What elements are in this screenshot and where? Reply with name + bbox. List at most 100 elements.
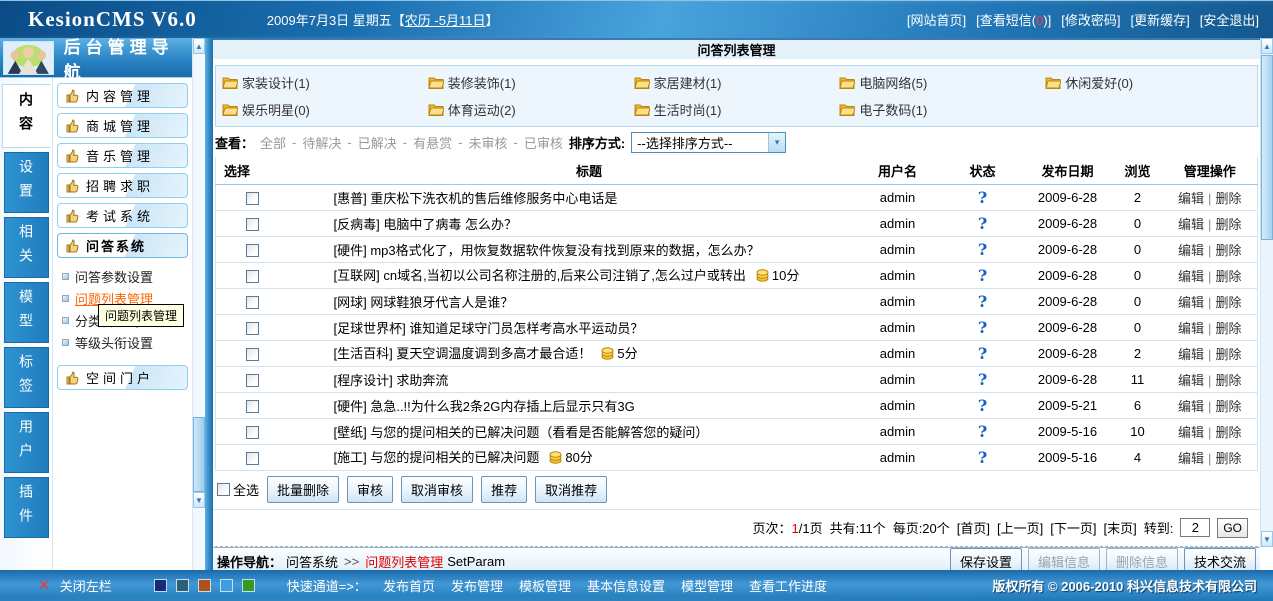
row-checkbox[interactable]	[246, 192, 259, 205]
sidebar-splitter[interactable]	[205, 38, 213, 570]
view-messages-link[interactable]: [查看短信(0)]	[976, 10, 1051, 29]
question-title-link[interactable]: [硬件] mp3格式化了，用恢复数据软件恢复没有找到原来的数据，怎么办？	[334, 243, 760, 258]
quick-link-publish-manage[interactable]: 发布管理	[451, 576, 503, 595]
color-swatch[interactable]	[154, 579, 167, 592]
batch-delete-button[interactable]: 批量删除	[267, 476, 339, 503]
edit-link[interactable]: 编辑	[1178, 399, 1204, 414]
delete-link[interactable]: 删除	[1215, 451, 1241, 466]
tab-model[interactable]: 模型	[4, 282, 49, 343]
filter-all[interactable]: 全部	[260, 133, 286, 152]
tab-plugin[interactable]: 插件	[4, 477, 49, 538]
folder-item[interactable]: 休闲爱好(0)	[1045, 73, 1251, 92]
tab-settings[interactable]: 设置	[4, 152, 49, 213]
folder-item[interactable]: 电子数码(1)	[839, 100, 1045, 119]
color-swatch[interactable]	[198, 579, 211, 592]
color-swatch[interactable]	[242, 579, 255, 592]
quick-link-template-manage[interactable]: 模板管理	[519, 576, 571, 595]
question-title-link[interactable]: [硬件] 急急..!!为什么我2条2G内存插上后显示只有3G	[334, 399, 635, 414]
question-title-link[interactable]: [壁纸] 与您的提问相关的已解决问题（看看是否能解答您的疑问）	[334, 425, 709, 440]
filter-pending[interactable]: 待解决	[302, 133, 341, 152]
page-next-link[interactable]: [下一页]	[1050, 518, 1096, 537]
color-swatch[interactable]	[220, 579, 233, 592]
row-checkbox[interactable]	[246, 426, 259, 439]
menu-item-space-portal[interactable]: 空间门户	[57, 365, 188, 390]
question-title-link[interactable]: [反病毒] 电脑中了病毒 怎么办？	[334, 217, 517, 232]
row-checkbox[interactable]	[246, 296, 259, 309]
question-title-link[interactable]: [足球世界杯] 谁知道足球守门员怎样考高水平运动员？	[334, 321, 644, 336]
scrollbar-thumb[interactable]	[193, 417, 205, 492]
page-first-link[interactable]: [首页]	[957, 518, 990, 537]
delete-link[interactable]: 删除	[1215, 399, 1241, 414]
change-password-link[interactable]: [修改密码]	[1061, 10, 1120, 29]
edit-link[interactable]: 编辑	[1178, 373, 1204, 388]
edit-link[interactable]: 编辑	[1178, 451, 1204, 466]
row-checkbox[interactable]	[246, 452, 259, 465]
breadcrumb-question-list[interactable]: 问题列表管理	[365, 552, 443, 571]
tab-related[interactable]: 相关	[4, 217, 49, 278]
tab-content[interactable]: 内容	[2, 84, 51, 148]
sort-select[interactable]: --选择排序方式--▾	[631, 132, 786, 153]
delete-link[interactable]: 删除	[1215, 295, 1241, 310]
question-title-link[interactable]: [互联网] cn域名,当初以公司名称注册的,后来公司注销了,怎么过户或转出	[334, 268, 746, 283]
delete-link[interactable]: 删除	[1215, 373, 1241, 388]
recommend-button[interactable]: 推荐	[481, 476, 527, 503]
quick-link-basic-info[interactable]: 基本信息设置	[587, 576, 665, 595]
filter-reward[interactable]: 有悬赏	[413, 133, 452, 152]
delete-link[interactable]: 删除	[1215, 217, 1241, 232]
page-prev-link[interactable]: [上一页]	[997, 518, 1043, 537]
delete-link[interactable]: 删除	[1215, 191, 1241, 206]
folder-item[interactable]: 装修装饰(1)	[428, 73, 634, 92]
breadcrumb-qa-system[interactable]: 问答系统	[286, 552, 338, 571]
folder-item[interactable]: 生活时尚(1)	[634, 100, 840, 119]
row-checkbox[interactable]	[246, 218, 259, 231]
cancel-audit-button[interactable]: 取消审核	[401, 476, 473, 503]
delete-link[interactable]: 删除	[1215, 243, 1241, 258]
page-last-link[interactable]: [末页]	[1103, 518, 1136, 537]
sidebar-scrollbar[interactable]: ▲ ▼	[192, 38, 205, 570]
edit-link[interactable]: 编辑	[1178, 347, 1204, 362]
edit-link[interactable]: 编辑	[1178, 191, 1204, 206]
scrollbar-thumb[interactable]	[1261, 55, 1273, 240]
color-swatch[interactable]	[176, 579, 189, 592]
question-title-link[interactable]: [惠普] 重庆松下洗衣机的售后维修服务中心电话是	[334, 191, 618, 206]
tab-tag[interactable]: 标签	[4, 347, 49, 408]
folder-item[interactable]: 娱乐明星(0)	[222, 100, 428, 119]
menu-item-music-manage[interactable]: 音乐管理	[57, 143, 188, 168]
row-checkbox[interactable]	[246, 348, 259, 361]
submenu-qa-params[interactable]: 问答参数设置	[62, 265, 189, 287]
question-title-link[interactable]: [程序设计] 求助奔流	[334, 373, 449, 388]
menu-item-exam-system[interactable]: 考试系统	[57, 203, 188, 228]
question-title-link[interactable]: [施工] 与您的提问相关的已解决问题	[334, 450, 540, 465]
row-checkbox[interactable]	[246, 374, 259, 387]
delete-link[interactable]: 删除	[1215, 425, 1241, 440]
delete-link[interactable]: 删除	[1215, 321, 1241, 336]
question-title-link[interactable]: [网球] 网球鞋狼牙代言人是谁？	[334, 295, 514, 310]
cancel-recommend-button[interactable]: 取消推荐	[535, 476, 607, 503]
folder-item[interactable]: 体育运动(2)	[428, 100, 634, 119]
filter-solved[interactable]: 已解决	[358, 133, 397, 152]
folder-item[interactable]: 电脑网络(5)	[839, 73, 1045, 92]
filter-audited[interactable]: 已审核	[524, 133, 563, 152]
folder-item[interactable]: 家居建材(1)	[634, 73, 840, 92]
quick-link-model-manage[interactable]: 模型管理	[681, 576, 733, 595]
folder-item[interactable]: 家装设计(1)	[222, 73, 428, 92]
quick-link-publish-home[interactable]: 发布首页	[383, 576, 435, 595]
scroll-up-icon[interactable]: ▲	[193, 38, 205, 54]
menu-item-content-manage[interactable]: 内容管理	[57, 83, 188, 108]
site-home-link[interactable]: [网站首页]	[907, 10, 966, 29]
close-left-button[interactable]: 关闭左栏	[60, 576, 112, 595]
row-checkbox[interactable]	[246, 270, 259, 283]
content-scrollbar[interactable]: ▲ ▼	[1260, 38, 1273, 547]
submenu-level-title[interactable]: 等级头衔设置	[62, 331, 189, 353]
filter-unaudited[interactable]: 未审核	[468, 133, 507, 152]
scroll-down-icon[interactable]: ▼	[193, 492, 205, 508]
edit-link[interactable]: 编辑	[1178, 295, 1204, 310]
delete-link[interactable]: 删除	[1215, 347, 1241, 362]
edit-link[interactable]: 编辑	[1178, 321, 1204, 336]
audit-button[interactable]: 审核	[347, 476, 393, 503]
select-all-checkbox[interactable]	[217, 483, 230, 496]
refresh-cache-link[interactable]: [更新缓存]	[1131, 10, 1190, 29]
go-button[interactable]: GO	[1217, 518, 1248, 538]
edit-link[interactable]: 编辑	[1178, 425, 1204, 440]
lunar-date-link[interactable]: 农历 -5月11日	[405, 13, 486, 28]
